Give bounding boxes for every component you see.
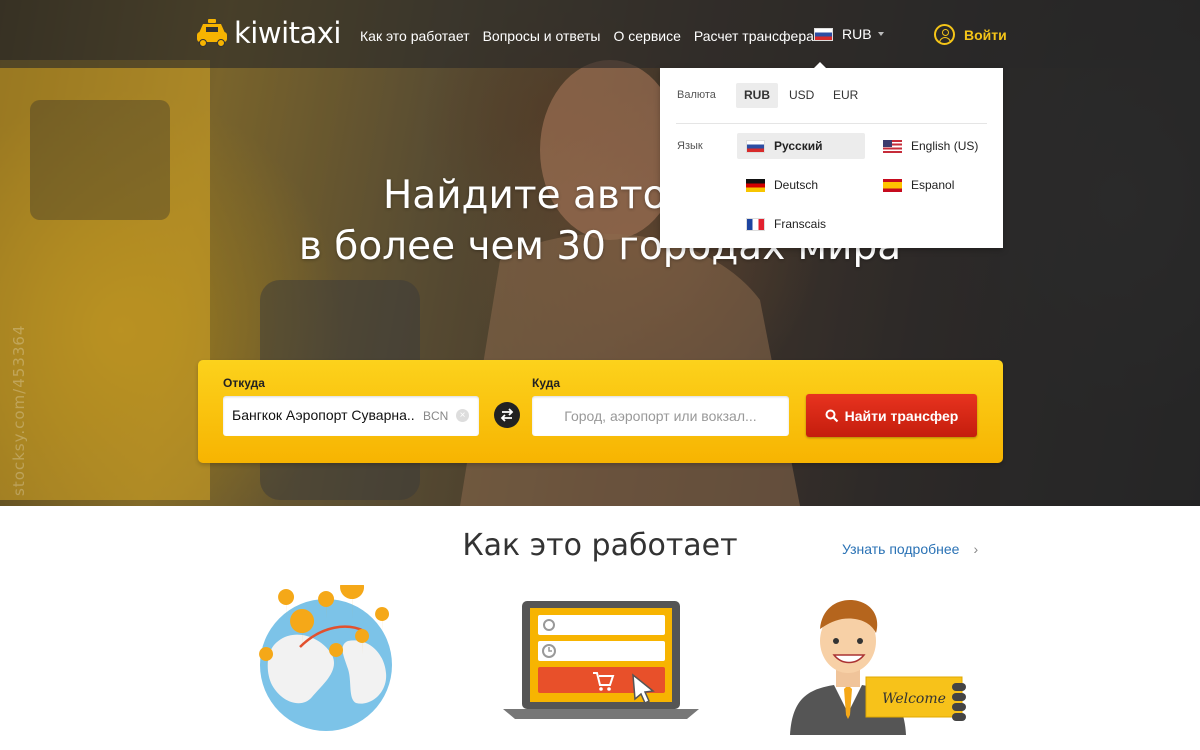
currency-language-dropdown: Валюта RUB USD EUR Язык Русский English … <box>660 62 1003 248</box>
main-nav: Как это работает Вопросы и ответы О серв… <box>360 28 827 44</box>
language-option-german[interactable]: Deutsch <box>737 172 865 198</box>
how-it-works-title: Как это работает <box>462 528 738 563</box>
nav-about[interactable]: О сервисе <box>613 28 680 44</box>
russia-flag-icon <box>746 139 765 153</box>
to-label: Куда <box>532 376 560 390</box>
language-option-english[interactable]: English (US) <box>874 133 989 159</box>
currency-option-rub[interactable]: RUB <box>736 83 778 108</box>
learn-more-label: Узнать подробнее <box>842 541 960 557</box>
from-value: Бангкок Аэропорт Суварна.. <box>232 407 415 423</box>
germany-flag-icon <box>746 178 765 192</box>
language-option-french[interactable]: Franscais <box>737 211 865 237</box>
language-option-spanish[interactable]: Espanol <box>874 172 989 198</box>
currency-label: Валюта <box>677 89 716 101</box>
language-name: Franscais <box>774 217 827 231</box>
usa-flag-icon <box>883 139 902 153</box>
language-option-russian[interactable]: Русский <box>737 133 865 159</box>
language-label: Язык <box>677 140 703 152</box>
to-input-wrapper <box>532 396 789 436</box>
language-name: Espanol <box>911 178 955 192</box>
find-transfer-button[interactable]: Найти трансфер <box>806 394 977 437</box>
laptop-booking-illustration <box>503 601 699 719</box>
chevron-right-icon: › <box>973 541 979 557</box>
language-name: Русский <box>774 139 823 153</box>
driver-welcome-sign-illustration: Welcome <box>790 600 966 735</box>
from-input[interactable]: Бангкок Аэропорт Суварна.. BCN × <box>223 396 479 436</box>
welcome-sign-text: Welcome <box>882 691 946 707</box>
currency-option-usd[interactable]: USD <box>781 83 822 108</box>
airport-code: BCN <box>423 409 449 423</box>
login-button[interactable]: Войти <box>934 24 1007 45</box>
france-flag-icon <box>746 217 765 231</box>
stock-watermark: stocksy.com/453364 <box>10 324 28 496</box>
user-icon <box>934 24 955 45</box>
globe-map-pins-illustration <box>259 585 392 731</box>
current-currency: RUB <box>842 26 872 42</box>
from-label: Откуда <box>223 376 265 390</box>
dropdown-divider <box>676 123 987 124</box>
clear-icon[interactable]: × <box>456 409 469 422</box>
kiwitaxi-logo[interactable]: kiwitaxi <box>196 16 342 50</box>
swap-arrows-icon <box>500 408 514 422</box>
nav-transfer-calc[interactable]: Расчет трансфера <box>694 28 814 44</box>
spain-flag-icon <box>883 178 902 192</box>
top-navigation-bar: kiwitaxi Как это работает Вопросы и отве… <box>0 0 1200 68</box>
language-name: English (US) <box>911 139 979 153</box>
swap-direction-button[interactable] <box>494 402 520 428</box>
login-label: Войти <box>964 26 1007 43</box>
nav-faq[interactable]: Вопросы и ответы <box>483 28 601 44</box>
to-input[interactable] <box>532 396 789 436</box>
transfer-search-form: Откуда Бангкок Аэропорт Суварна.. BCN × … <box>198 360 1003 463</box>
taxi-car-icon <box>197 19 227 47</box>
chevron-down-icon <box>877 32 884 36</box>
find-transfer-label: Найти трансфер <box>844 407 959 424</box>
currency-language-toggle[interactable]: RUB <box>814 26 884 42</box>
learn-more-link[interactable]: Узнать подробнее › <box>842 541 978 557</box>
logo-text: kiwitaxi <box>234 16 342 50</box>
search-icon <box>825 409 838 422</box>
nav-how-it-works[interactable]: Как это работает <box>360 28 470 44</box>
russia-flag-icon <box>814 27 833 41</box>
currency-option-eur[interactable]: EUR <box>825 83 866 108</box>
language-name: Deutsch <box>774 178 819 192</box>
